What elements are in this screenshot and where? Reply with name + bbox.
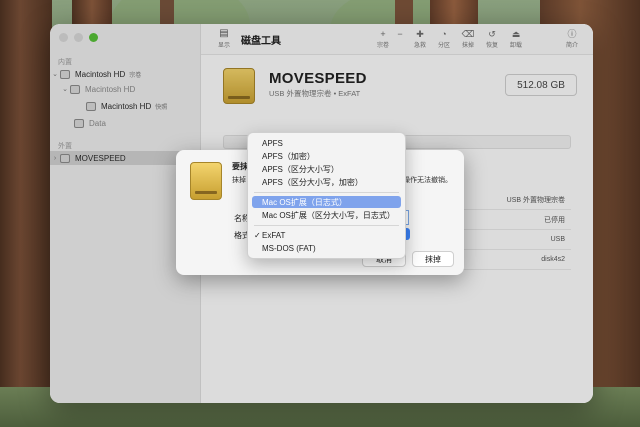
menu-item-ms-dos-fat[interactable]: MS-DOS (FAT) bbox=[252, 242, 401, 254]
menu-item-apfs-encrypted[interactable]: APFS（加密） bbox=[252, 150, 401, 162]
menu-item-mac-os-extended-case-sensitive-journaled[interactable]: Mac OS扩展（区分大小写，日志式） bbox=[252, 209, 401, 221]
menu-item-apfs-case-sensitive-encrypted[interactable]: APFS（区分大小写，加密） bbox=[252, 176, 401, 188]
dialog-message: 抹掉 bbox=[232, 177, 246, 184]
tree-trunk bbox=[0, 0, 52, 427]
menu-separator bbox=[254, 192, 399, 193]
menu-separator bbox=[254, 225, 399, 226]
menu-item-apfs[interactable]: APFS bbox=[252, 137, 401, 149]
menu-item-apfs-case-sensitive[interactable]: APFS（区分大小写） bbox=[252, 163, 401, 175]
dialog-message-tail: 操作无法撤销。 bbox=[403, 177, 452, 184]
format-dropdown-menu: APFS APFS（加密） APFS（区分大小写） APFS（区分大小写，加密）… bbox=[247, 132, 406, 259]
menu-item-mac-os-extended-journaled[interactable]: Mac OS扩展（日志式） bbox=[252, 196, 401, 208]
menu-item-exfat[interactable]: ✓ ExFAT bbox=[252, 229, 401, 241]
dialog-title: 要抹 bbox=[232, 162, 248, 171]
erase-button[interactable]: 抹掉 bbox=[412, 251, 454, 267]
checkmark-icon: ✓ bbox=[254, 230, 261, 240]
external-drive-icon bbox=[190, 162, 222, 200]
